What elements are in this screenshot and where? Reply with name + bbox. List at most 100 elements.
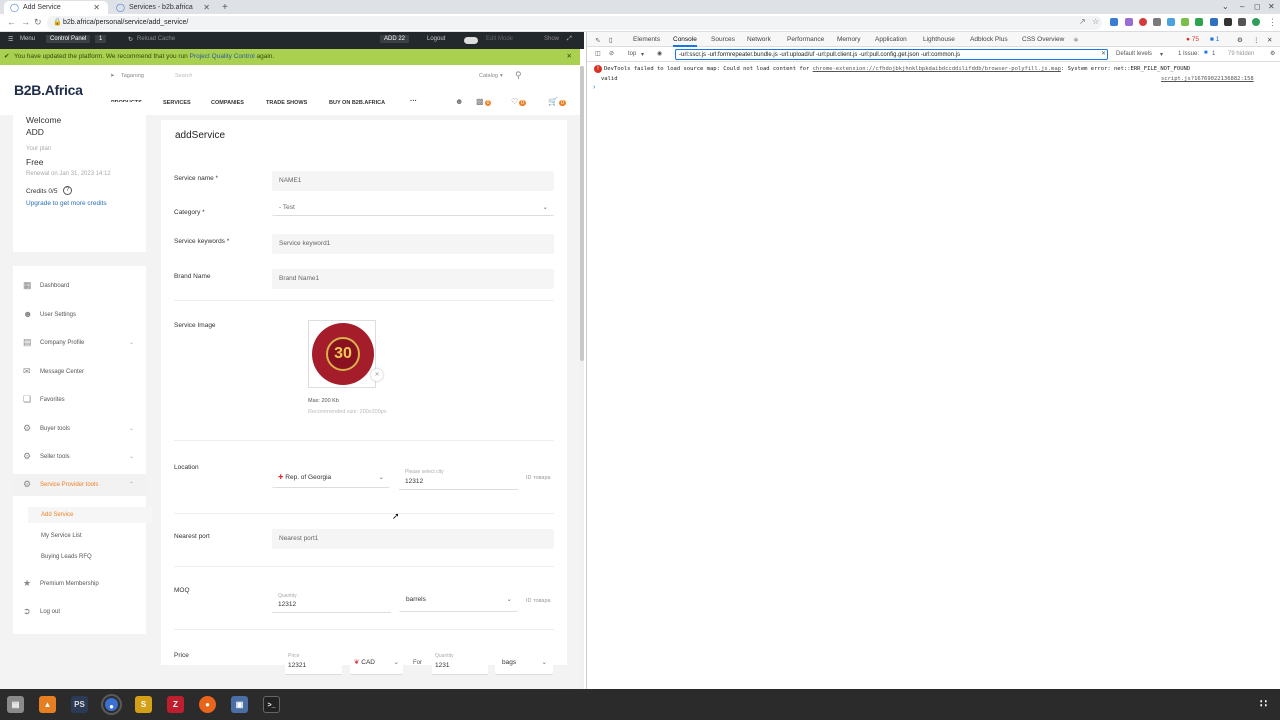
sidebar-subitem-my-service-list[interactable]: My Service List xyxy=(41,533,82,539)
nav-more[interactable]: ··· xyxy=(410,98,417,105)
service-name-input[interactable]: NAME1 xyxy=(272,171,554,191)
search-icon[interactable]: ⚲ xyxy=(515,70,522,81)
keywords-input[interactable]: Service keyword1 xyxy=(272,234,554,254)
close-icon[interactable]: ✕ xyxy=(1267,36,1272,44)
sidebar-subitem-buying-leads[interactable]: Buying Leads RFQ xyxy=(41,554,92,560)
extension-icon[interactable] xyxy=(1181,18,1189,26)
context-select[interactable]: top xyxy=(628,51,636,57)
sidebar-item-premium-membership[interactable]: ★ Premium Membership xyxy=(13,573,146,595)
sublime-icon[interactable]: S xyxy=(135,696,152,713)
chevron-down-icon[interactable]: ⌄ xyxy=(1222,2,1229,11)
price-input[interactable]: Price 12321 xyxy=(285,651,342,675)
tab-elements[interactable]: Elements xyxy=(633,36,660,43)
moq-quantity-input[interactable]: Quantity 12312 xyxy=(272,590,391,613)
maximize-icon[interactable]: ◻ xyxy=(1254,2,1261,11)
app-grid-icon[interactable]: ∷ xyxy=(1255,696,1272,713)
price-quantity-input[interactable]: Quantity 1231 xyxy=(432,651,488,675)
remove-image-icon[interactable]: ✕ xyxy=(371,369,383,381)
tab-console[interactable]: Console xyxy=(673,36,697,47)
sidebar-item-user-settings[interactable]: ☻ User Settings xyxy=(13,304,146,326)
terminal-icon[interactable]: >_ xyxy=(263,696,280,713)
edit-mode-toggle[interactable] xyxy=(464,37,478,44)
avatar[interactable] xyxy=(1252,18,1260,26)
eye-icon[interactable]: ◉ xyxy=(657,50,662,57)
phpstorm-icon[interactable]: PS xyxy=(71,696,88,713)
country-select[interactable]: ✚ Rep. of Georgia ⌄ xyxy=(272,468,390,488)
service-image-preview[interactable]: 30 xyxy=(308,320,376,388)
extension-icon[interactable] xyxy=(1167,18,1175,26)
sidebar-item-service-provider-tools[interactable]: ⚙ Service Provider tools ⌃ xyxy=(13,474,146,496)
tagline-link[interactable]: Tagarong xyxy=(121,73,144,79)
firefox-icon[interactable]: ● xyxy=(199,696,216,713)
price-unit-select[interactable]: bags ⌄ xyxy=(495,653,553,675)
menu-icon[interactable]: ☰ xyxy=(8,36,13,43)
window-close-icon[interactable]: ✕ xyxy=(1268,2,1275,11)
puzzle-icon[interactable] xyxy=(1224,18,1232,26)
kebab-menu-icon[interactable]: ⋮ xyxy=(1268,17,1277,28)
catalog-dropdown[interactable]: Catalog xyxy=(479,73,498,79)
browser-tab-services[interactable]: ◯ Services - b2b.africa ✕ xyxy=(110,1,218,14)
sidebar-item-logout[interactable]: ➲ Log out xyxy=(13,601,146,623)
close-icon[interactable]: ✕ xyxy=(93,3,100,12)
nav-buy-on-b2b[interactable]: BUY ON B2B.AFRICA xyxy=(329,100,385,106)
source-map-link[interactable]: chrome-extension://cfhdojbkjhnklbpkdaibd… xyxy=(813,66,1061,72)
sidebar-subitem-add-service[interactable]: Add Service xyxy=(28,507,152,523)
nearest-port-input[interactable]: Nearest port1 xyxy=(272,529,554,549)
pin-icon[interactable]: ⤢ xyxy=(567,36,572,43)
sidebar-item-favorites[interactable]: ❏ Favorites xyxy=(13,389,146,411)
extension-icon[interactable] xyxy=(1195,18,1203,26)
file-manager-icon[interactable]: ▤ xyxy=(7,696,24,713)
adblock-icon[interactable] xyxy=(1139,18,1147,26)
extension-icon[interactable] xyxy=(1153,18,1161,26)
site-logo[interactable]: B2B.Africa xyxy=(14,82,83,98)
forward-icon[interactable]: → xyxy=(21,17,30,27)
close-icon[interactable]: ✕ xyxy=(203,3,210,12)
settings-gear-icon[interactable]: ⚙ xyxy=(1237,36,1243,44)
quality-control-link[interactable]: Project Quality Control xyxy=(190,53,255,60)
nav-services[interactable]: SERVICES xyxy=(163,100,191,106)
tab-memory[interactable]: Memory xyxy=(837,36,860,43)
issues-label[interactable]: 1 Issue: xyxy=(1178,51,1199,57)
kebab-menu-icon[interactable]: ⋮ xyxy=(1253,36,1260,44)
tab-application[interactable]: Application xyxy=(875,36,907,43)
close-icon[interactable]: ✕ xyxy=(567,49,572,65)
heart-icon[interactable]: ♡ 0 xyxy=(511,97,526,106)
console-prompt-icon[interactable]: › xyxy=(593,84,595,91)
clear-console-icon[interactable]: ⊘ xyxy=(609,50,614,57)
nav-trade-shows[interactable]: TRADE SHOWS xyxy=(266,100,307,106)
nav-companies[interactable]: COMPANIES xyxy=(211,100,244,106)
sidepanel-icon[interactable] xyxy=(1238,18,1246,26)
admin-logout-link[interactable]: Logout xyxy=(427,36,445,42)
city-input[interactable]: Please select city 12312 xyxy=(399,466,518,490)
admin-user-button[interactable]: ADD 22 xyxy=(380,35,410,43)
new-tab-button[interactable]: + xyxy=(222,2,228,13)
upgrade-link[interactable]: Upgrade to get more credits xyxy=(26,200,107,207)
issues-count[interactable]: ■ 1 xyxy=(1210,36,1219,43)
sidebar-item-message-center[interactable]: ✉ Message Center xyxy=(13,361,146,383)
extension-icon[interactable] xyxy=(1125,18,1133,26)
show-button[interactable]: Show xyxy=(544,36,559,42)
page-scrollbar[interactable] xyxy=(580,66,584,689)
sidebar-item-dashboard[interactable]: ▦ Dashboard xyxy=(13,275,146,297)
tab-network[interactable]: Network xyxy=(747,36,771,43)
cart-icon[interactable]: 🛒 0 xyxy=(548,97,566,106)
category-select[interactable]: - Test ⌄ xyxy=(272,200,554,216)
sidebar-item-buyer-tools[interactable]: ⚙ Buyer tools ⌄ xyxy=(13,418,146,440)
help-icon[interactable]: ? xyxy=(63,186,72,195)
sidebar-item-seller-tools[interactable]: ⚙ Seller tools ⌄ xyxy=(13,446,146,468)
browser-tab-add-service[interactable]: ◯ Add Service ✕ xyxy=(4,1,108,14)
chrome-icon[interactable]: ● xyxy=(103,696,120,713)
reload-icon[interactable]: ↻ xyxy=(34,17,42,28)
brand-name-input[interactable]: Brand Name1 xyxy=(272,269,554,289)
extension-icon[interactable] xyxy=(1210,18,1218,26)
log-levels-select[interactable]: Default levels xyxy=(1116,51,1152,57)
notification-counter[interactable]: 1 xyxy=(95,35,107,43)
inspect-icon[interactable]: ⬁ xyxy=(595,36,600,44)
tab-lighthouse[interactable]: Lighthouse xyxy=(923,36,955,43)
currency-select[interactable]: ❦ CAD ⌄ xyxy=(350,653,403,675)
control-panel-button[interactable]: Control Panel xyxy=(46,35,91,43)
extension-icon[interactable] xyxy=(1110,18,1118,26)
tab-performance[interactable]: Performance xyxy=(787,36,824,43)
reload-cache-button[interactable]: Reload Cache xyxy=(137,36,175,42)
url-input[interactable]: 🔒 b2b.africa/personal/service/add_servic… xyxy=(47,16,1102,30)
